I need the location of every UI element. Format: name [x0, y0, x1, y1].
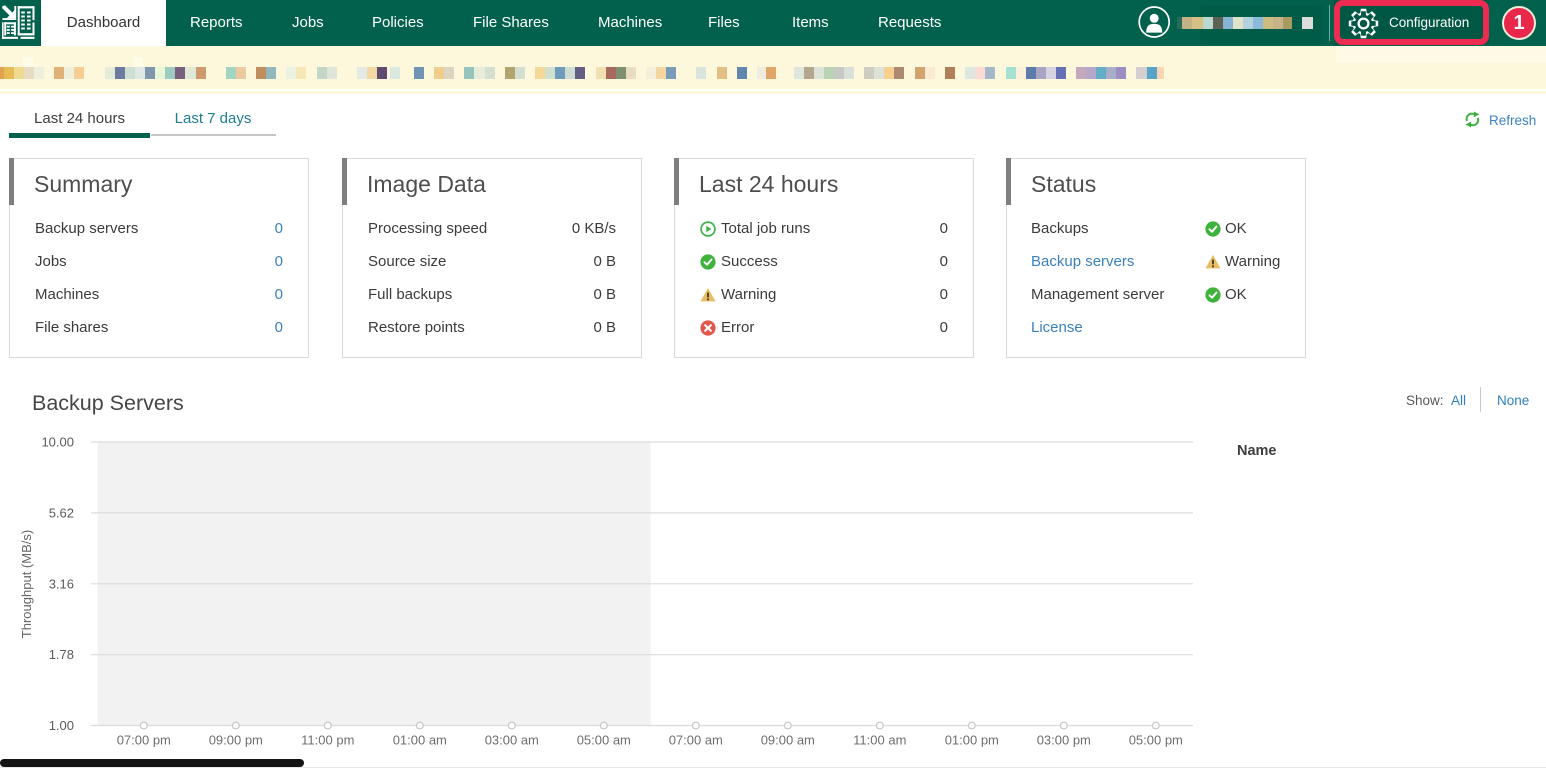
svg-text:09:00 am: 09:00 am [761, 733, 815, 748]
svg-text:05:00 pm: 05:00 pm [1129, 733, 1183, 748]
svg-text:07:00 am: 07:00 am [669, 733, 723, 748]
svg-text:1.78: 1.78 [49, 647, 74, 662]
svg-text:03:00 pm: 03:00 pm [1037, 733, 1091, 748]
svg-text:09:00 pm: 09:00 pm [209, 733, 263, 748]
svg-text:07:00 pm: 07:00 pm [117, 733, 171, 748]
svg-text:11:00 am: 11:00 am [853, 733, 906, 748]
svg-text:03:00 am: 03:00 am [485, 733, 539, 748]
svg-text:01:00 pm: 01:00 pm [945, 733, 999, 748]
svg-text:10.00: 10.00 [41, 435, 74, 450]
svg-text:1.00: 1.00 [49, 718, 74, 733]
svg-text:5.62: 5.62 [49, 505, 74, 520]
svg-text:01:00 am: 01:00 am [393, 733, 447, 748]
svg-text:3.16: 3.16 [49, 576, 74, 591]
svg-text:11:00 pm: 11:00 pm [301, 733, 354, 748]
svg-text:05:00 am: 05:00 am [577, 733, 631, 748]
svg-text:Throughput (MB/s): Throughput (MB/s) [19, 530, 34, 638]
